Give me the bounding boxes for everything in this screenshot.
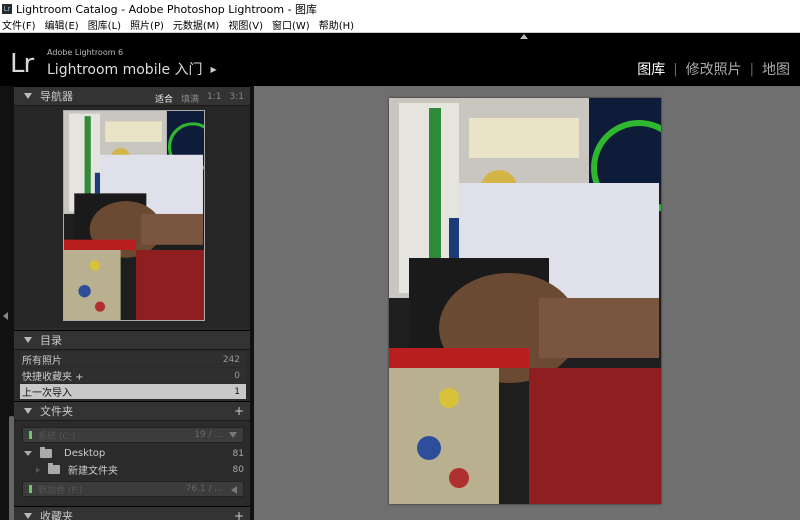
zoom-1to1-option[interactable]: 1:1 bbox=[207, 92, 221, 105]
lightroom-app-icon: Lr bbox=[2, 3, 12, 14]
expand-triangle-icon bbox=[24, 337, 32, 343]
volume-space: 76.1 / ... bbox=[185, 484, 223, 494]
window-title: Lightroom Catalog - Adobe Photoshop Ligh… bbox=[16, 2, 318, 16]
navigator-thumbnail[interactable] bbox=[63, 110, 205, 321]
navigator-zoom-options: 适合 填满 1:1 3:1 bbox=[147, 92, 244, 105]
volume-status-led-icon bbox=[29, 485, 32, 493]
top-panel-strip bbox=[0, 33, 800, 41]
module-separator: | bbox=[673, 61, 678, 77]
identity-title[interactable]: Lightroom mobile 入门 ▶ bbox=[47, 59, 217, 79]
module-library-tab[interactable]: 图库 bbox=[635, 59, 667, 79]
folder-count: 80 bbox=[232, 464, 244, 475]
module-picker: 图库 | 修改照片 | 地图 bbox=[635, 59, 792, 79]
navigator-header[interactable]: 导航器 适合 填满 1:1 3:1 bbox=[14, 86, 250, 106]
catalog-title: 目录 bbox=[40, 334, 62, 347]
catalog-item-count: 242 bbox=[222, 354, 240, 365]
menu-bar: 文件(F) 编辑(E) 图库(L) 照片(P) 元数据(M) 视图(V) 窗口(… bbox=[0, 17, 800, 33]
menu-photo[interactable]: 照片(P) bbox=[128, 17, 171, 32]
catalog-item-label: 快捷收藏夹 + bbox=[22, 372, 84, 383]
zoom-fill-option[interactable]: 填满 bbox=[181, 92, 199, 105]
catalog-item-previous-import[interactable]: 上一次导入 1 bbox=[20, 384, 246, 399]
menu-library[interactable]: 图库(L) bbox=[86, 17, 128, 32]
catalog-item-quick-collection[interactable]: 快捷收藏夹 + 0 bbox=[20, 368, 246, 383]
loupe-view bbox=[254, 86, 800, 520]
app-version-label: Adobe Lightroom 6 bbox=[47, 48, 124, 57]
catalog-item-count: 1 bbox=[234, 386, 240, 397]
menu-window[interactable]: 窗口(W) bbox=[270, 17, 317, 32]
menu-metadata[interactable]: 元数据(M) bbox=[171, 17, 226, 32]
chevron-down-icon[interactable] bbox=[229, 432, 237, 438]
add-folder-button[interactable]: + bbox=[234, 404, 244, 418]
collections-title: 收藏夹 bbox=[40, 510, 73, 520]
menu-view[interactable]: 视图(V) bbox=[226, 17, 270, 32]
folders-title: 文件夹 bbox=[40, 405, 73, 418]
identity-title-text: Lightroom mobile 入门 bbox=[47, 62, 203, 78]
volume-c-row[interactable]: 系统 (C:) 19 / ... bbox=[22, 427, 244, 443]
volume-space: 19 / ... bbox=[194, 430, 223, 440]
folder-label: 新建文件夹 bbox=[68, 466, 118, 477]
left-panel: 导航器 适合 填满 1:1 3:1 目录 所有照片 242 快捷收藏夹 + 0 … bbox=[14, 86, 250, 520]
menu-file[interactable]: 文件(F) bbox=[0, 17, 43, 32]
left-panel-collapse-icon[interactable] bbox=[3, 312, 8, 320]
photo-image bbox=[389, 98, 661, 504]
expand-triangle-icon bbox=[24, 93, 32, 99]
catalog-item-label: 所有照片 bbox=[22, 356, 62, 367]
module-separator: | bbox=[749, 61, 754, 77]
left-panel-edge bbox=[0, 86, 14, 520]
menu-edit[interactable]: 编辑(E) bbox=[43, 17, 86, 32]
identity-plate-header: Lr Adobe Lightroom 6 Lightroom mobile 入门… bbox=[0, 41, 800, 86]
volume-f-row[interactable]: 新加卷 (F:) 76.1 / ... bbox=[22, 481, 244, 497]
folder-icon bbox=[48, 463, 60, 474]
volume-name: 系统 (C:) bbox=[38, 431, 76, 442]
catalog-item-count: 0 bbox=[234, 370, 240, 381]
zoom-fit-option[interactable]: 适合 bbox=[155, 92, 173, 105]
photo-thumbnail-image bbox=[64, 111, 204, 320]
catalog-item-label: 上一次导入 bbox=[22, 388, 72, 399]
catalog-header[interactable]: 目录 bbox=[14, 330, 250, 350]
zoom-3to1-option[interactable]: 3:1 bbox=[230, 92, 244, 105]
expand-triangle-icon bbox=[24, 513, 32, 519]
folder-new-folder[interactable]: 新建文件夹 80 bbox=[22, 462, 244, 477]
top-panel-collapse-icon[interactable] bbox=[520, 34, 528, 39]
collapsed-triangle-icon bbox=[36, 466, 40, 473]
navigator-title: 导航器 bbox=[40, 90, 73, 103]
folder-count: 81 bbox=[232, 448, 244, 459]
menu-help[interactable]: 帮助(H) bbox=[317, 17, 361, 32]
volume-status-led-icon bbox=[29, 431, 32, 439]
folder-label: Desktop bbox=[64, 448, 106, 459]
folder-icon bbox=[40, 447, 52, 458]
navigator-preview bbox=[14, 106, 250, 328]
volume-name: 新加卷 (F:) bbox=[38, 485, 83, 496]
add-collection-button[interactable]: + bbox=[234, 509, 244, 520]
folder-desktop[interactable]: Desktop 81 bbox=[22, 446, 244, 461]
play-icon: ▶ bbox=[210, 64, 217, 74]
lightroom-logo: Lr bbox=[10, 49, 34, 79]
expand-triangle-icon[interactable] bbox=[24, 451, 32, 456]
collections-header[interactable]: 收藏夹 + bbox=[14, 506, 250, 520]
main-photo[interactable] bbox=[389, 98, 661, 504]
chevron-left-icon[interactable] bbox=[231, 486, 237, 494]
catalog-item-all-photos[interactable]: 所有照片 242 bbox=[20, 352, 246, 367]
module-develop-tab[interactable]: 修改照片 bbox=[684, 59, 744, 79]
folders-header[interactable]: 文件夹 + bbox=[14, 401, 250, 421]
window-titlebar: Lr Lightroom Catalog - Adobe Photoshop L… bbox=[0, 0, 800, 17]
expand-triangle-icon bbox=[24, 408, 32, 414]
module-map-tab[interactable]: 地图 bbox=[760, 59, 792, 79]
